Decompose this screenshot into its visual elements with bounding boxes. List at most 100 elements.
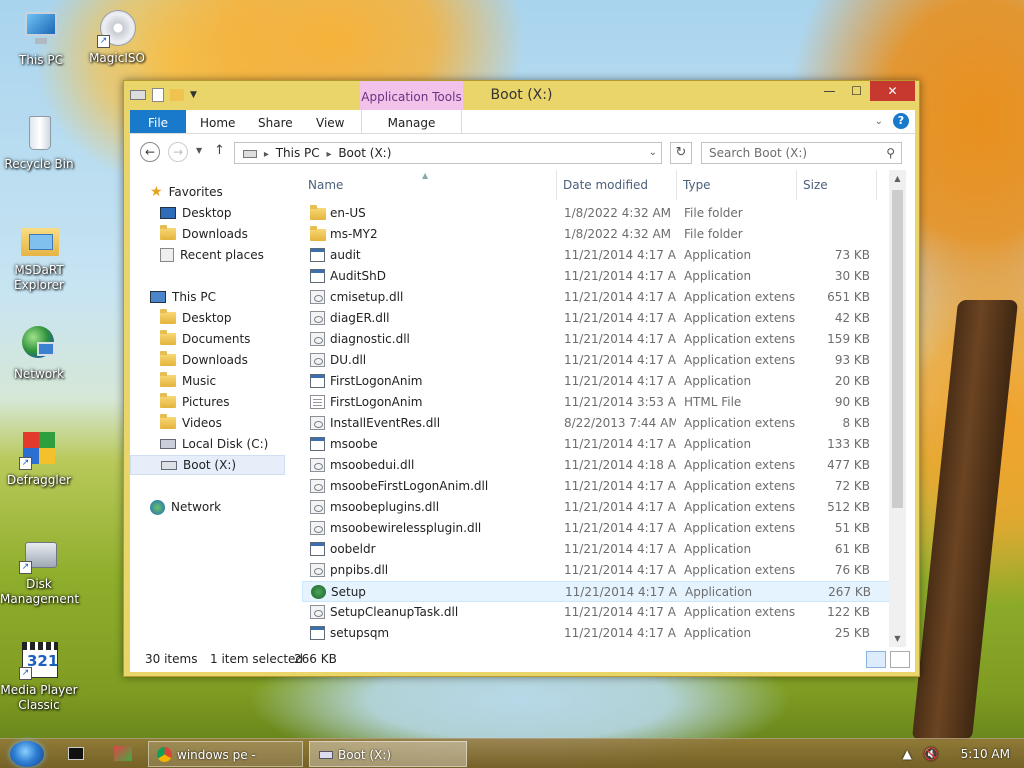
address-bar[interactable]: ▸ This PC ▸ Boot (X:) ⌄ (234, 142, 662, 164)
file-row[interactable]: oobeldr 11/21/2014 4:17 AM Application 61 K… (302, 539, 902, 560)
column-size[interactable]: Size (797, 170, 877, 200)
file-date-modified: 11/21/2014 4:17 AM (564, 542, 676, 556)
file-row[interactable]: SetupCleanupTask.dll 11/21/2014 4:17 AM Ap… (302, 602, 902, 623)
title-bar[interactable]: ▼ Application Tools Boot (X:) — ☐ ✕ (124, 81, 919, 110)
breadcrumb-boot[interactable]: Boot (X:) (338, 146, 391, 160)
nav-this-pc[interactable]: This PC (150, 287, 216, 307)
taskbar-button-chrome[interactable]: windows pe - Googl... (148, 741, 303, 767)
file-row[interactable]: DU.dll 11/21/2014 4:17 AM Application exte… (302, 350, 902, 371)
tab-view[interactable]: View (316, 110, 344, 133)
nav-fav-recent-places[interactable]: Recent places (160, 245, 264, 265)
folder-icon (160, 309, 176, 324)
desktop-icon-network[interactable]: Network (0, 324, 78, 382)
desktop-icon-media-player-classic[interactable]: 321 ↗ Media Player Classic (0, 640, 78, 713)
expand-ribbon-icon[interactable]: ⌄ (875, 116, 883, 127)
nav-pc-downloads[interactable]: Downloads (160, 350, 248, 370)
file-row[interactable]: setupsqm 11/21/2014 4:17 AM Application 25 … (302, 623, 902, 644)
nav-pc-music[interactable]: Music (160, 371, 216, 391)
file-row[interactable]: msoobeFirstLogonAnim.dll 11/21/2014 4:17 … (302, 476, 902, 497)
file-row[interactable]: msoobeplugins.dll 11/21/2014 4:17 AM Appli… (302, 497, 902, 518)
close-button[interactable]: ✕ (870, 81, 915, 101)
file-type: Application (684, 269, 752, 283)
desktop-icon-msdart[interactable]: MSDaRT Explorer (0, 220, 78, 293)
vertical-scrollbar[interactable]: ▲ ▼ (889, 170, 906, 647)
help-icon[interactable]: ? (893, 113, 909, 129)
nav-network[interactable]: Network (150, 497, 221, 517)
cmd-icon[interactable] (68, 747, 84, 760)
address-dropdown-icon[interactable]: ⌄ (649, 143, 657, 163)
start-button[interactable] (10, 741, 44, 767)
drive-icon (161, 460, 177, 470)
back-button[interactable]: ← (140, 142, 160, 162)
minimize-button[interactable]: — (816, 81, 843, 101)
file-date-modified: 11/21/2014 4:18 AM (564, 458, 676, 472)
defrag-icon: ↗ (19, 430, 59, 470)
clock[interactable]: 5:10 AM (961, 739, 1010, 768)
file-row[interactable]: cmisetup.dll 11/21/2014 4:17 AM Applicatio… (302, 287, 902, 308)
file-row[interactable]: pnpibs.dll 11/21/2014 4:17 AM Application … (302, 560, 902, 581)
details-view-button[interactable] (866, 651, 886, 668)
file-row[interactable]: diagER.dll 11/21/2014 4:17 AM Application … (302, 308, 902, 329)
breadcrumb-this-pc[interactable]: This PC (276, 146, 320, 160)
refresh-icon[interactable]: ↻ (670, 142, 692, 164)
desktop-icon-disk-management[interactable]: ↗ Disk Management (0, 534, 79, 607)
nav-fav-desktop[interactable]: Desktop (160, 203, 232, 223)
file-row[interactable]: audit 11/21/2014 4:17 AM Application 73 KB (302, 245, 902, 266)
breadcrumb-separator: ▸ (326, 149, 332, 160)
scroll-thumb[interactable] (892, 190, 903, 508)
file-row[interactable]: diagnostic.dll 11/21/2014 4:17 AM Applicat… (302, 329, 902, 350)
scroll-down-icon[interactable]: ▼ (889, 630, 906, 647)
desktop-icon-magiciso[interactable]: ↗ MagicISO (78, 8, 156, 66)
file-row[interactable]: ms-MY2 1/8/2022 4:32 AM File folder (302, 224, 902, 245)
file-row[interactable]: msoobewirelessplugin.dll 11/21/2014 4:17 … (302, 518, 902, 539)
recycle-bin-icon (19, 114, 59, 154)
volume-muted-icon[interactable]: 🔇 (924, 739, 939, 768)
file-row[interactable]: msoobe 11/21/2014 4:17 AM Application 133 K… (302, 434, 902, 455)
desktop-icon-recycle-bin[interactable]: Recycle Bin (0, 114, 78, 172)
file-size: 267 KB (828, 585, 871, 599)
file-row[interactable]: msoobedui.dll 11/21/2014 4:18 AM Applicati… (302, 455, 902, 476)
tab-file[interactable]: File (130, 110, 186, 133)
taskbar-button-explorer[interactable]: Boot (X:) (309, 741, 467, 767)
column-label: Name (308, 178, 344, 192)
desktop-icon-defraggler[interactable]: ↗ Defraggler (0, 430, 78, 488)
nav-pc-desktop[interactable]: Desktop (160, 308, 232, 328)
file-size: 30 KB (834, 269, 870, 283)
file-row[interactable]: AuditShD 11/21/2014 4:17 AM Application 30 … (302, 266, 902, 287)
nav-label: Desktop (182, 311, 232, 325)
up-arrow-icon[interactable]: ↑ (214, 143, 225, 158)
nav-pc-videos[interactable]: Videos (160, 413, 222, 433)
tool-icon[interactable] (114, 746, 132, 761)
file-row[interactable]: FirstLogonAnim 11/21/2014 4:17 AM Applicat… (302, 371, 902, 392)
column-type[interactable]: Type (677, 170, 797, 200)
column-name[interactable]: Name ▲ (302, 170, 557, 200)
desktop-icon-this-pc[interactable]: This PC (2, 10, 80, 68)
nav-favorites[interactable]: ★ Favorites (150, 182, 223, 202)
file-row[interactable]: FirstLogonAnim 11/21/2014 3:53 AM HTML Fil… (302, 392, 902, 413)
maximize-button[interactable]: ☐ (843, 81, 870, 101)
nav-pc-documents[interactable]: Documents (160, 329, 250, 349)
forward-button[interactable]: → (168, 142, 188, 162)
desktop-icon-label: Network (13, 367, 65, 381)
explorer-window[interactable]: ▼ Application Tools Boot (X:) — ☐ ✕ File… (123, 80, 920, 677)
file-row[interactable]: Setup 11/21/2014 4:17 AM Application 267 KB (302, 581, 902, 602)
column-date-modified[interactable]: Date modified (557, 170, 677, 200)
file-row[interactable]: InstallEventRes.dll 8/22/2013 7:44 AM Appl… (302, 413, 902, 434)
nav-fav-downloads[interactable]: Downloads (160, 224, 248, 244)
file-name: pnpibs.dll (330, 563, 389, 577)
tab-home[interactable]: Home (200, 110, 235, 133)
show-hidden-icons-icon[interactable]: ▲ (902, 739, 911, 768)
search-input[interactable]: Search Boot (X:) ⚲ (701, 142, 902, 164)
file-type: Application extens... (684, 311, 796, 325)
large-icons-view-button[interactable] (890, 651, 910, 668)
recent-locations-icon[interactable]: ▼ (196, 146, 202, 155)
nav-pc-boot[interactable]: Boot (X:) (130, 455, 285, 475)
file-name: SetupCleanupTask.dll (330, 605, 459, 619)
scroll-up-icon[interactable]: ▲ (889, 170, 906, 187)
nav-pc-local-disk[interactable]: Local Disk (C:) (160, 434, 268, 454)
file-row[interactable]: en-US 1/8/2022 4:32 AM File folder (302, 203, 902, 224)
tab-share[interactable]: Share (258, 110, 293, 133)
nav-pc-pictures[interactable]: Pictures (160, 392, 230, 412)
tab-manage[interactable]: Manage (361, 110, 462, 133)
dll-file-icon (310, 416, 325, 430)
